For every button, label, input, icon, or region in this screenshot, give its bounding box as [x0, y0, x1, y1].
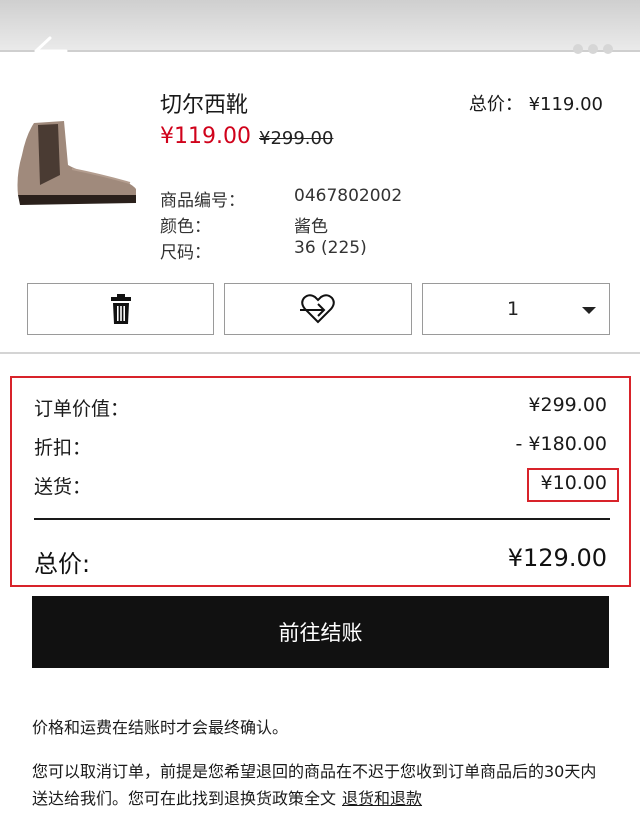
total-row: 总价: ¥129.00 [34, 544, 607, 579]
meta-label: 商品编号： [160, 191, 245, 211]
save-to-favorites-button[interactable] [224, 283, 412, 335]
meta-label: 尺码： [160, 243, 211, 263]
discount-label: 折扣： [34, 437, 92, 459]
meta-value: 酱色 [294, 217, 328, 237]
top-bar-divider [0, 50, 640, 52]
order-value-row: 订单价值： ¥299.00 [34, 394, 607, 421]
trash-icon [110, 294, 131, 324]
more-dots-icon[interactable] [573, 44, 613, 54]
section-divider [0, 352, 640, 354]
discount-row: 折扣： - ¥180.00 [34, 433, 607, 460]
meta-row-color: 颜色： 酱色 [160, 212, 402, 238]
total-label: 总价: [34, 550, 91, 578]
order-value: ¥299.00 [528, 394, 607, 416]
price-confirmation-note: 价格和运费在结账时才会最终确认。 [32, 718, 289, 737]
shipping-row: 送货： ¥10.00 [34, 472, 607, 499]
top-bar [0, 0, 640, 52]
meta-value: 0467802002 [294, 186, 403, 206]
meta-row-size: 尺码： 36 (225) [160, 238, 402, 264]
quantity-value: 1 [507, 298, 520, 320]
quantity-select[interactable]: 1 [422, 283, 610, 335]
summary-divider [34, 518, 610, 520]
original-price: ¥299.00 [259, 128, 334, 149]
shipping-label: 送货： [34, 476, 92, 498]
meta-row-article: 商品编号： 0467802002 [160, 186, 402, 212]
total-value: ¥129.00 [507, 544, 607, 572]
heart-arrow-icon [300, 294, 335, 324]
discount-value: - ¥180.00 [515, 433, 607, 455]
sale-price: ¥119.00 [160, 124, 251, 149]
meta-label: 颜色： [160, 217, 211, 237]
product-name[interactable]: 切尔西靴 [160, 87, 248, 119]
item-total: 总价： ¥119.00 [468, 94, 603, 115]
checkout-button[interactable]: 前往结账 [32, 596, 609, 668]
returns-refunds-link[interactable]: 退货和退款 [342, 789, 422, 808]
order-summary: 订单价值： ¥299.00 折扣： - ¥180.00 送货： ¥10.00 总… [10, 376, 631, 587]
product-meta: 商品编号： 0467802002 颜色： 酱色 尺码： 36 (225) [160, 186, 402, 264]
meta-value: 36 (225) [294, 238, 367, 258]
back-arrow-icon[interactable] [30, 34, 68, 68]
chevron-down-icon [582, 307, 596, 314]
product-image[interactable] [12, 115, 142, 215]
shipping-highlight [527, 468, 619, 502]
remove-item-button[interactable] [27, 283, 214, 335]
cancellation-text: 您可以取消订单，前提是您希望退回的商品在不迟于您收到订单商品后的30天内送达给我… [32, 762, 597, 808]
order-value-label: 订单价值： [34, 398, 130, 420]
cancellation-note: 您可以取消订单，前提是您希望退回的商品在不迟于您收到订单商品后的30天内送达给我… [32, 758, 612, 812]
